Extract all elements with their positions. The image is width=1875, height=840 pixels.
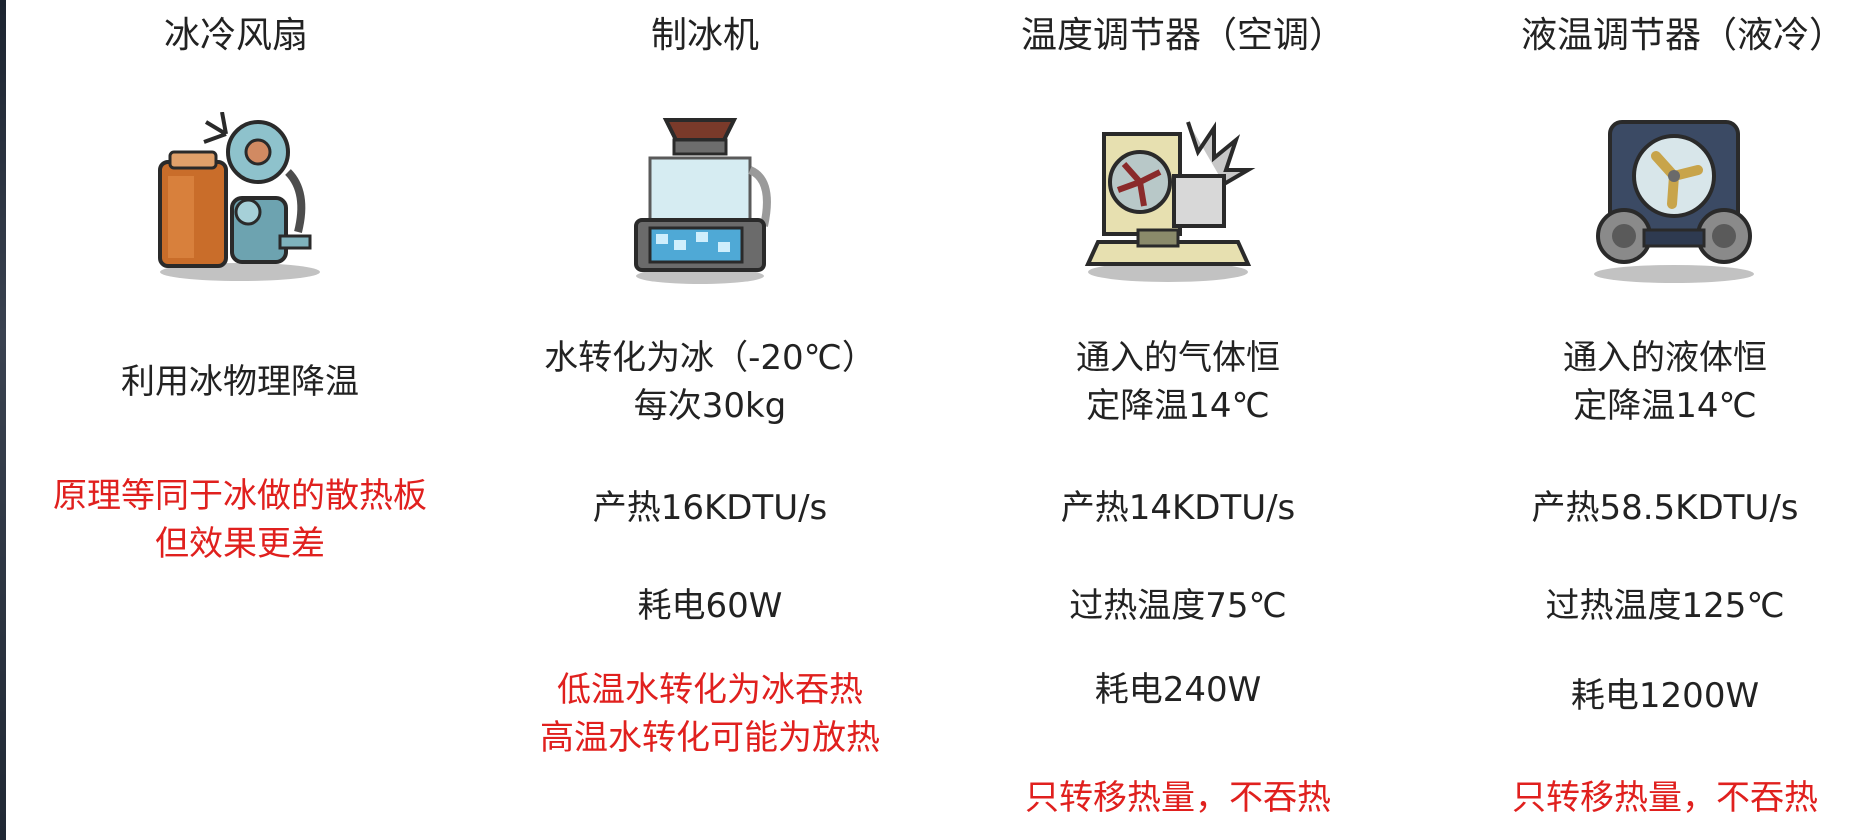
column-ice-fan: 冰冷风扇 利用冰物理降温 原理等同于冰做的散热板 但效果更差 [30,0,450,840]
stat-line: 耗电60W [637,586,783,626]
stat-line: 过热温度75℃ [1069,586,1287,626]
column-thermo-regulator: 温度调节器（空调） 通入的气体恒 定降温14℃ 产热14KDTU/s 过热温度7… [968,0,1388,840]
ice-maker-icon [480,112,920,288]
desc-line: 每次30kg [633,386,787,426]
column-thermo-aquatuner: 液温调节器（液冷） 通入的液体恒 定降温14℃ 产热58.5KDTU/s 过热温… [1455,0,1875,840]
desc-line: 水转化为冰（-20℃） [544,338,876,378]
column-title: 冰冷风扇 [163,15,308,56]
stat-line: 产热16KDTU/s [592,488,828,528]
column-title: 温度调节器（空调） [1020,15,1345,56]
stat-line: 产热58.5KDTU/s [1531,488,1799,528]
thermo-regulator-icon [948,112,1388,288]
thermo-aquatuner-icon [1473,112,1875,288]
column-title: 制冰机 [650,15,759,56]
column-title: 液温调节器（液冷） [1520,15,1845,56]
desc-line: 通入的液体恒 [1563,338,1767,378]
note-line: 高温水转化可能为放热 [540,718,880,758]
column-ice-maker: 制冰机 水转化为冰（-20℃） 每次30kg 产热16KDTU/s 耗电60W … [500,0,920,840]
stat-line: 过热温度125℃ [1545,586,1785,626]
desc-line: 定降温14℃ [1086,386,1270,426]
note-line: 只转移热量，不吞热 [1025,778,1331,818]
stat-line: 产热14KDTU/s [1060,488,1296,528]
stat-line: 耗电240W [1094,670,1262,710]
ice-fan-icon [30,112,450,288]
left-window-edge [0,0,6,840]
note-line: 原理等同于冰做的散热板 [53,476,427,516]
stat-line: 耗电1200W [1570,676,1760,716]
desc-line: 通入的气体恒 [1076,338,1280,378]
note-line: 只转移热量，不吞热 [1512,778,1818,818]
note-line: 低温水转化为冰吞热 [557,670,863,710]
desc-line: 利用冰物理降温 [121,362,359,402]
desc-line: 定降温14℃ [1573,386,1757,426]
note-line: 但效果更差 [155,524,325,564]
